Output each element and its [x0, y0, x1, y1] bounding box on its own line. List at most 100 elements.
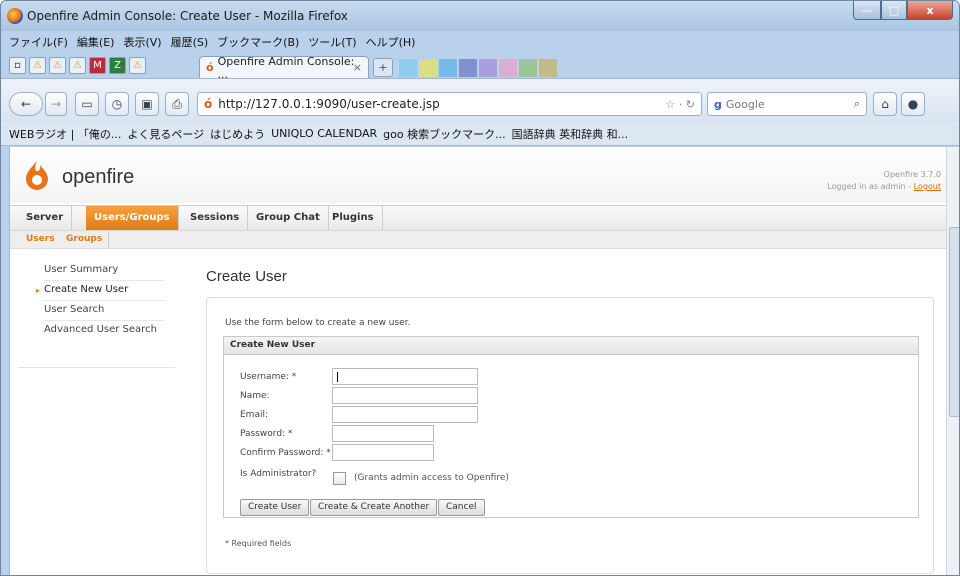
sidebar-item-user-search[interactable]: User Search [44, 301, 164, 321]
confirm-password-label: Confirm Password: * [240, 448, 331, 458]
menu-bar: ファイル(F) 編集(E) 表示(V) 履歴(S) ブックマーク(B) ツール(… [1, 31, 959, 53]
menu-bookmarks[interactable]: ブックマーク(B) [217, 34, 299, 50]
bookmark-uniqlo[interactable]: UNIQLO CALENDAR [271, 127, 377, 140]
create-and-create-another-button[interactable]: Create & Create Another [310, 499, 438, 516]
close-window-button[interactable]: x [907, 1, 953, 20]
tab-group-chat[interactable]: Group Chat [248, 206, 329, 230]
is-admin-label: Is Administrator? [240, 469, 317, 479]
print-icon[interactable]: ⎙ [165, 92, 189, 116]
minimize-button[interactable]: — [853, 1, 881, 20]
pinned-tab-warning-icon[interactable]: ⚠ [49, 57, 66, 74]
tab-color-strip [399, 59, 559, 77]
menu-help[interactable]: ヘルプ(H) [366, 34, 416, 50]
tab-label: Openfire Admin Console: ... [217, 54, 355, 81]
logout-link[interactable]: Logout [914, 182, 941, 191]
email-label: Email: [240, 410, 269, 420]
bookmark-dictionary[interactable]: 国語辞典 英和辞典 和... [512, 126, 628, 142]
pinned-tab-mail-icon[interactable]: M [89, 57, 106, 74]
menu-history[interactable]: 履歴(S) [171, 34, 209, 50]
pinned-tab-z-icon[interactable]: Z [109, 57, 126, 74]
close-tab-icon[interactable]: × [353, 61, 362, 74]
navigation-bar: ← → ▭ ◷ ▣ ⎙ ó http://127.0.0.1:9090/user… [1, 78, 959, 122]
firefox-icon [7, 8, 23, 24]
home-page-icon[interactable]: ▭ [75, 92, 99, 116]
pinned-tab-warning-icon[interactable]: ⚠ [29, 57, 46, 74]
search-input[interactable]: g Google ⌕ [707, 92, 867, 116]
pinned-tabs: ▫ ⚠ ⚠ ⚠ M Z ⚠ [9, 57, 149, 74]
openfire-logo-icon [26, 161, 48, 190]
addon-icon[interactable]: ● [901, 92, 925, 116]
main-nav: Server Users/Groups Sessions Group Chat … [10, 205, 946, 231]
version-info: Openfire 3.7.0 Logged in as admin - Logo… [827, 169, 941, 193]
sidebar-divider [18, 367, 175, 368]
home-icon[interactable]: ⌂ [873, 92, 897, 116]
sidebar-item-advanced-user-search[interactable]: Advanced User Search [44, 321, 164, 341]
bookmark-web-radio[interactable]: WEBラジオ | 「俺の... [9, 126, 121, 142]
password-label: Password: * [240, 429, 293, 439]
openfire-header: openfire Openfire 3.7.0 Logged in as adm… [10, 147, 946, 203]
bookmark-frequent[interactable]: よく見るページ [127, 126, 204, 142]
username-input[interactable] [332, 368, 478, 385]
window-controls: — □ x [853, 1, 953, 21]
create-user-button[interactable]: Create User [240, 499, 310, 516]
subtab-groups[interactable]: Groups [60, 231, 110, 248]
screen-icon[interactable]: ▣ [135, 92, 159, 116]
cancel-button[interactable]: Cancel [438, 499, 485, 516]
openfire-tab-icon: ó [206, 61, 214, 74]
username-label: Username: * [240, 372, 297, 382]
page-content: openfire Openfire 3.7.0 Logged in as adm… [9, 147, 946, 575]
url-text: http://127.0.0.1:9090/user-create.jsp [218, 97, 440, 111]
bookmark-star-icon[interactable]: ☆ · ↻ [665, 98, 695, 111]
tab-openfire-admin[interactable]: ó Openfire Admin Console: ... × [199, 54, 369, 81]
url-bar[interactable]: ó http://127.0.0.1:9090/user-create.jsp … [197, 92, 702, 116]
menu-file[interactable]: ファイル(F) [9, 34, 68, 50]
openfire-brand: openfire [62, 166, 135, 188]
site-icon: ó [204, 97, 213, 111]
version-label: Openfire 3.7.0 [883, 170, 941, 179]
menu-view[interactable]: 表示(V) [123, 34, 161, 50]
sidebar-item-user-summary[interactable]: User Summary [44, 261, 164, 281]
confirm-password-input[interactable] [332, 444, 434, 461]
create-user-panel: Use the form below to create a new user.… [206, 297, 934, 574]
name-label: Name: [240, 391, 270, 401]
browser-window: Openfire Admin Console: Create User - Mo… [0, 0, 960, 576]
window-title: Openfire Admin Console: Create User - Mo… [27, 9, 348, 23]
vertical-scrollbar[interactable] [946, 147, 959, 575]
tab-sessions[interactable]: Sessions [182, 206, 249, 230]
title-bar: Openfire Admin Console: Create User - Mo… [1, 1, 959, 31]
tab-bar: ▫ ⚠ ⚠ ⚠ M Z ⚠ ó Openfire Admin Console: … [1, 53, 959, 81]
sub-nav: Users Groups [10, 231, 946, 249]
search-placeholder: Google [725, 97, 765, 111]
form-title: Create New User [224, 337, 918, 355]
new-tab-button[interactable]: + [373, 58, 393, 77]
logged-in-label: Logged in as admin - [827, 182, 912, 191]
tab-plugins[interactable]: Plugins [324, 206, 383, 230]
forward-button[interactable]: → [45, 92, 67, 116]
pinned-tab-warning-icon[interactable]: ⚠ [69, 57, 86, 74]
subtab-users[interactable]: Users [20, 231, 61, 248]
admin-note: (Grants admin access to Openfire) [354, 473, 509, 483]
name-input[interactable] [332, 387, 478, 404]
search-icon[interactable]: ⌕ [854, 97, 860, 111]
email-input[interactable] [332, 406, 478, 423]
pinned-tab-warning-icon[interactable]: ⚠ [129, 57, 146, 74]
is-admin-checkbox[interactable] [333, 472, 346, 485]
menu-tools[interactable]: ツール(T) [308, 34, 356, 50]
page-title: Create User [206, 268, 287, 285]
bookmark-getting-started[interactable]: はじめよう [210, 126, 265, 142]
menu-edit[interactable]: 編集(E) [77, 34, 115, 50]
tab-users-groups[interactable]: Users/Groups [86, 206, 179, 230]
scrollbar-thumb[interactable] [949, 227, 959, 417]
pinned-tab-page-icon[interactable]: ▫ [9, 57, 26, 74]
password-input[interactable] [332, 425, 434, 442]
back-button[interactable]: ← [9, 92, 43, 116]
maximize-button[interactable]: □ [881, 1, 907, 20]
intro-text: Use the form below to create a new user. [225, 318, 411, 328]
current-arrow-icon: ▸ [36, 286, 41, 295]
bookmark-goo[interactable]: goo 検索ブックマーク... [383, 126, 505, 142]
tab-server[interactable]: Server [18, 206, 73, 230]
required-fields-note: * Required fields [225, 539, 292, 548]
history-icon[interactable]: ◷ [105, 92, 129, 116]
sidebar-item-create-new-user[interactable]: Create New User [44, 281, 164, 301]
create-user-form: Create New User Username: * Name: Email:… [223, 336, 919, 518]
